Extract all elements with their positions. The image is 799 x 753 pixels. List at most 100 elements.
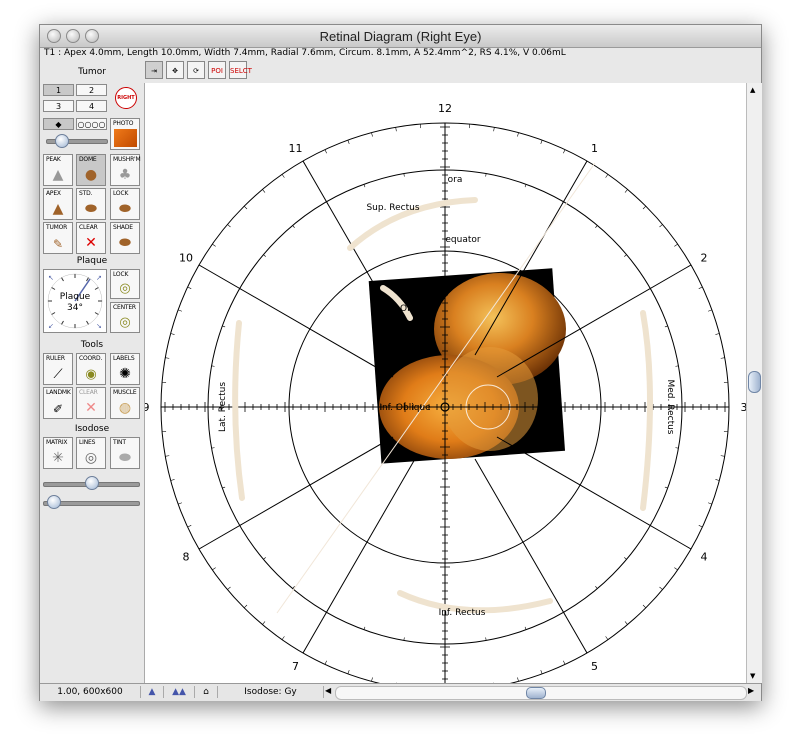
- scroll-right-arrow-icon[interactable]: ▶: [748, 686, 754, 695]
- middle-ring-tick: [222, 325, 226, 328]
- horizontal-scrollbar[interactable]: [335, 686, 747, 700]
- middle-ring-tick: [485, 173, 487, 177]
- labels-button[interactable]: LABELS ✺: [110, 353, 140, 385]
- poi-tool-button[interactable]: POI: [208, 61, 226, 79]
- middle-ring-tick: [211, 365, 215, 367]
- lines-button[interactable]: LINES ◎: [76, 437, 106, 469]
- outer-ring-tick: [642, 205, 647, 210]
- outer-ring-tick: [347, 670, 350, 674]
- middle-ring-tick: [485, 637, 487, 641]
- retinal-diagram-canvas[interactable]: 121234567891011 ora equator Sup. Rectus …: [143, 83, 748, 713]
- lock-shape-button[interactable]: LOCK ⬬: [110, 188, 140, 220]
- single-plaque-toggle[interactable]: ◆: [43, 118, 74, 130]
- isodose-slider-2-knob[interactable]: [47, 495, 61, 509]
- plaque-dial-label: Plaque: [59, 292, 91, 302]
- small-mountain-icon[interactable]: ▲: [141, 686, 164, 698]
- outer-ring-tick: [493, 127, 495, 132]
- select-tool-button[interactable]: SELCT: [229, 61, 252, 79]
- plaque-lock-button[interactable]: LOCK ◎: [110, 269, 140, 299]
- scroll-up-arrow-icon[interactable]: ▲: [750, 86, 755, 94]
- coordinates-button[interactable]: COORD. ◉: [76, 353, 106, 385]
- svg-text:↖: ↖: [48, 274, 54, 282]
- standard-shape-button[interactable]: STD. ⬬: [76, 188, 106, 220]
- tumor-tab-2[interactable]: 2: [76, 84, 107, 96]
- clock-label-2: 2: [700, 252, 707, 265]
- arrow-tool-button[interactable]: ⇥: [145, 61, 163, 79]
- dome-shape-icon: ●: [84, 167, 98, 183]
- middle-ring-tick: [624, 254, 627, 257]
- outer-ring-tick: [170, 479, 175, 481]
- middle-ring-tick: [211, 447, 215, 449]
- outer-ring-tick: [281, 174, 285, 178]
- tumor-opacity-knob[interactable]: [55, 134, 69, 148]
- med-rectus-label: Med. Rectus: [665, 380, 675, 435]
- tumor-tool-button[interactable]: TUMOR ✎: [43, 222, 73, 254]
- outer-ring-tick: [227, 586, 231, 590]
- dome-shape-button[interactable]: DOME ●: [76, 154, 106, 186]
- landmark-button[interactable]: LANDMK ✐: [43, 387, 73, 419]
- mushroom-shape-icon: ♣: [118, 167, 132, 183]
- inf-oblique-label: Inf. Oblique: [379, 403, 431, 413]
- outer-ring-tick: [659, 586, 663, 590]
- home-icon[interactable]: ⌂: [195, 686, 218, 698]
- tumor-info-line: T1 : Apex 4.0mm, Length 10.0mm, Width 7.…: [44, 48, 566, 58]
- middle-ring-tick: [595, 225, 598, 228]
- arrow-tool-icon: ⇥: [151, 67, 157, 75]
- tumor-tab-1[interactable]: 1: [43, 84, 74, 96]
- plaque-angle-value: 34°: [67, 303, 83, 313]
- tint-button[interactable]: TINT ⬬: [110, 437, 140, 469]
- mushroom-shape-button[interactable]: MUSHR'M ♣: [110, 154, 141, 186]
- outer-ring-tick: [659, 224, 663, 228]
- outer-ring-tick: [584, 160, 588, 165]
- large-mountain-icon[interactable]: ▲▲: [164, 686, 195, 698]
- landmark-icon: ✐: [52, 402, 64, 416]
- muscle-button[interactable]: MUSCLE ◍: [110, 387, 140, 419]
- lines-label: LINES: [79, 439, 96, 446]
- retinal-diagram-window: Retinal Diagram (Right Eye) T1 : Apex 4.…: [39, 24, 762, 713]
- outer-ring-tick: [517, 132, 519, 137]
- plaque-center-button[interactable]: CENTER ◎: [110, 302, 140, 333]
- title-bar[interactable]: Retinal Diagram (Right Eye): [40, 25, 761, 48]
- outer-ring-tick: [347, 140, 350, 144]
- lock-shape-icon: ⬬: [119, 201, 131, 217]
- outer-ring-tick: [243, 205, 248, 210]
- outer-ring-tick: [187, 286, 192, 289]
- horizontal-scroll-thumb[interactable]: [526, 687, 546, 699]
- coordinates-icon: ◉: [85, 367, 97, 382]
- outer-ring-tick: [563, 149, 566, 154]
- outer-ring-tick: [687, 546, 692, 550]
- matrix-button[interactable]: MATRIX ✳: [43, 437, 73, 469]
- clear-tumor-icon: ✕: [85, 235, 97, 251]
- lat-rectus-insertion: [232, 320, 245, 501]
- move-tool-button[interactable]: ✥: [166, 61, 184, 79]
- clear-tools-button[interactable]: CLEAR ✕: [76, 387, 106, 419]
- ruler-button[interactable]: RULER ⟋: [43, 353, 73, 385]
- vertical-scroll-thumb[interactable]: [748, 371, 761, 393]
- isodose-slider-1-knob[interactable]: [85, 476, 99, 490]
- rotate-tool-button[interactable]: ⟳: [187, 61, 205, 79]
- tools-section-label: Tools: [80, 340, 104, 350]
- retinal-diagram[interactable]: 121234567891011 ora equator Sup. Rectus …: [143, 83, 748, 713]
- tumor-tab-3[interactable]: 3: [43, 100, 74, 112]
- outer-ring-tick: [165, 357, 170, 359]
- select-tool-icon: SELCT: [230, 67, 252, 75]
- outer-ring-tick: [720, 357, 725, 359]
- right-eye-badge[interactable]: RIGHT: [115, 87, 137, 109]
- clear-tumor-button[interactable]: CLEAR ✕: [76, 222, 106, 254]
- apex-shape-button[interactable]: APEX ▲: [43, 188, 73, 220]
- svg-text:↙: ↙: [48, 322, 54, 330]
- shade-button[interactable]: SHADE ⬬: [110, 222, 140, 254]
- peak-shape-button[interactable]: PEAK ▲: [43, 154, 73, 186]
- vertical-scrollbar[interactable]: ▲ ▼: [746, 83, 762, 683]
- plaque-rotation-dial[interactable]: ↖ ↗ ↙ ↘ Plaque 34°: [43, 269, 107, 333]
- clock-label-9: 9: [145, 401, 150, 414]
- tumor-tab-4[interactable]: 4: [76, 100, 107, 112]
- scroll-down-arrow-icon[interactable]: ▼: [750, 672, 755, 680]
- isodose-unit-menu[interactable]: Isodose: Gy: [218, 686, 324, 698]
- multi-plaque-toggle[interactable]: ○○○○: [76, 118, 107, 130]
- plaque-section-label: Plaque: [76, 256, 108, 266]
- outer-ring-tick: [674, 567, 678, 571]
- photo-button[interactable]: PHOTO: [110, 118, 140, 150]
- outer-ring-tick: [674, 243, 678, 247]
- scroll-left-arrow-icon[interactable]: ◀: [325, 686, 331, 695]
